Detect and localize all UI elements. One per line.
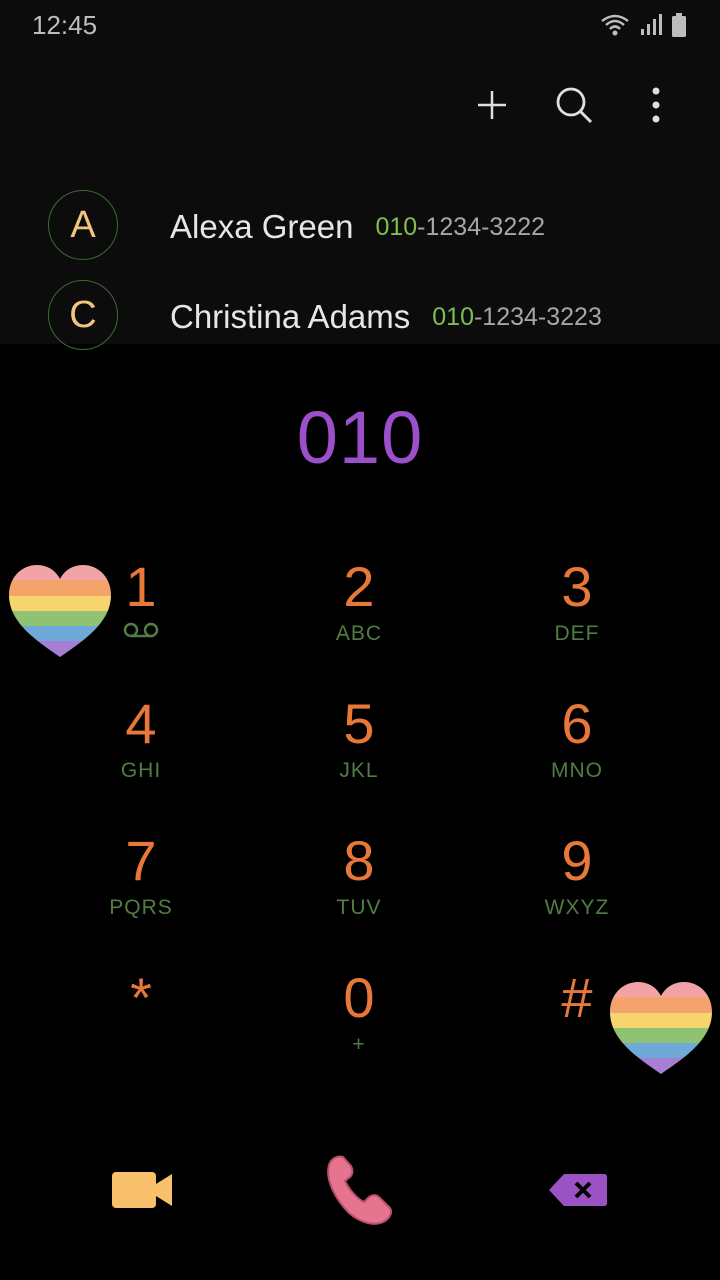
backspace-icon (549, 1174, 607, 1206)
key-9[interactable]: 9 WXYZ (468, 819, 686, 956)
phone-call-icon (327, 1155, 393, 1225)
contact-row[interactable]: A Alexa Green 010-1234-3222 (0, 180, 720, 270)
key-8[interactable]: 8 TUV (250, 819, 468, 956)
key-digit: 2 (343, 555, 375, 618)
contact-name-wrap: Alexa Green 010-1234-3222 (170, 208, 545, 246)
number-match: 010 (432, 303, 474, 331)
key-2[interactable]: 2 ABC (250, 545, 468, 682)
battery-icon (672, 13, 686, 37)
contact-name: Christina Adams (170, 298, 411, 335)
key-digit: 6 (561, 692, 593, 755)
backspace-button[interactable] (528, 1140, 628, 1240)
search-button[interactable] (550, 81, 598, 129)
key-0[interactable]: 0 + (250, 956, 468, 1093)
wifi-icon (601, 14, 629, 36)
number-match: 010 (375, 213, 418, 241)
call-actions-bar (0, 1140, 720, 1240)
avatar: C (48, 280, 118, 350)
key-digit: 4 (125, 692, 157, 755)
key-digit: 8 (343, 829, 375, 892)
contact-suggestions: A Alexa Green 010-1234-3222 C Christina A… (0, 180, 720, 360)
dial-keypad: 1 2 ABC 3 DEF 4 GHI 5 JKL 6 MNO 7 PQRS 8… (32, 545, 688, 1093)
key-letters: WXYZ (544, 896, 610, 919)
key-digit: # (561, 966, 593, 1029)
video-call-button[interactable] (92, 1140, 192, 1240)
key-letters: ABC (335, 622, 383, 645)
key-3[interactable]: 3 DEF (468, 545, 686, 682)
rainbow-heart-decoration (610, 982, 712, 1074)
key-letters: JKL (339, 759, 379, 782)
more-icon (652, 87, 660, 123)
contact-number: 010-1234-3223 (432, 303, 602, 331)
key-letters: DEF (554, 622, 600, 645)
key-5[interactable]: 5 JKL (250, 682, 468, 819)
contact-name: Alexa Green (170, 208, 354, 245)
rainbow-heart-decoration (9, 565, 111, 657)
voicemail-icon (121, 619, 161, 649)
key-digit: 9 (561, 829, 593, 892)
add-contact-button[interactable] (468, 81, 516, 129)
status-icons (600, 12, 686, 38)
key-letters: GHI (120, 759, 162, 782)
key-letters: + (352, 1033, 366, 1056)
key-7[interactable]: 7 PQRS (32, 819, 250, 956)
key-letters: PQRS (109, 896, 173, 919)
key-digit: 3 (561, 555, 593, 618)
status-bar: 12:45 (0, 0, 720, 50)
key-star[interactable]: * (32, 956, 250, 1093)
signal-icon (641, 14, 662, 35)
add-icon (478, 91, 506, 119)
key-letters: TUV (336, 896, 382, 919)
key-digit: * (130, 966, 152, 1029)
action-bar (468, 80, 680, 130)
status-time: 12:45 (32, 10, 98, 40)
call-button[interactable] (310, 1140, 410, 1240)
number-rest: -1234-3223 (473, 303, 602, 331)
contacts-panel: 12:45 A Alexa Green 010-1234-3222 C Chri… (0, 0, 720, 350)
contact-row[interactable]: C Christina Adams 010-1234-3223 (0, 270, 720, 360)
contact-name-wrap: Christina Adams 010-1234-3223 (170, 298, 602, 336)
contact-number: 010-1234-3222 (375, 213, 545, 241)
number-rest: -1234-3222 (417, 213, 546, 241)
key-4[interactable]: 4 GHI (32, 682, 250, 819)
key-digit: 1 (125, 555, 157, 618)
search-icon (556, 87, 593, 124)
more-options-button[interactable] (632, 81, 680, 129)
dialed-number-display[interactable]: 010 (0, 395, 720, 480)
video-call-icon (112, 1172, 172, 1208)
key-6[interactable]: 6 MNO (468, 682, 686, 819)
key-digit: 5 (343, 692, 375, 755)
key-digit: 7 (125, 829, 157, 892)
avatar: A (48, 190, 118, 260)
key-digit: 0 (343, 966, 375, 1029)
key-letters: MNO (551, 759, 603, 782)
